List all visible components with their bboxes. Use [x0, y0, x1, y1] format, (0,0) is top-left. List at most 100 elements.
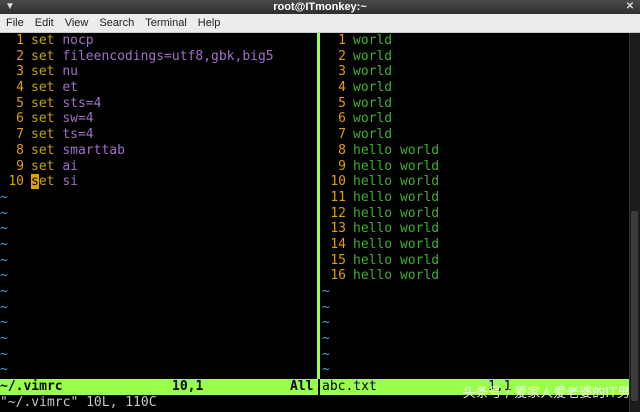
- tilde-marker: ~: [0, 189, 8, 205]
- text-cursor: s: [31, 174, 39, 190]
- line-number: 5: [338, 95, 346, 111]
- code-line[interactable]: 4 set et: [0, 80, 316, 96]
- status-left-percent: All: [290, 379, 314, 394]
- keyword: set: [31, 95, 55, 111]
- line-text: hello world: [353, 174, 440, 190]
- option-value: nu: [62, 64, 78, 80]
- line-number: 10: [330, 174, 346, 190]
- line-text: world: [353, 48, 393, 64]
- menu-edit[interactable]: Edit: [30, 14, 59, 32]
- keyword: set: [31, 158, 55, 174]
- line-number: 14: [330, 236, 346, 252]
- line-text: world: [353, 127, 393, 143]
- status-left[interactable]: ~/.vimrc 10,1 All: [0, 379, 318, 395]
- empty-line: ~: [0, 268, 316, 284]
- option-value: fileencodings=utf8,gbk,big5: [62, 48, 274, 64]
- option-value: sw=4: [62, 111, 94, 127]
- text-line[interactable]: 16 hello world: [322, 268, 630, 284]
- empty-line: ~: [0, 331, 316, 347]
- text-line[interactable]: 9 hello world: [322, 159, 630, 175]
- tilde-marker: ~: [322, 315, 330, 331]
- window-title: root@ITmonkey:~: [273, 1, 367, 13]
- vim-pane-abc[interactable]: 1 world 2 world 3 world 4 world 5 world 6 world 7 wor…: [322, 33, 630, 379]
- keyword: set: [31, 111, 55, 127]
- tilde-marker: ~: [0, 268, 8, 284]
- empty-line: ~: [0, 347, 316, 363]
- line-number: 1: [16, 33, 24, 48]
- empty-line: ~: [0, 362, 316, 378]
- vim-pane-vimrc[interactable]: 1 set nocp 2 set fileencodings=utf8,gbk,big…: [0, 33, 316, 379]
- menu-search[interactable]: Search: [94, 14, 139, 32]
- code-line[interactable]: 1 set nocp: [0, 33, 316, 49]
- text-line[interactable]: 7 world: [322, 127, 630, 143]
- line-text: hello world: [353, 142, 440, 158]
- option-value: ai: [62, 158, 78, 174]
- empty-line: ~: [0, 221, 316, 237]
- tilde-marker: ~: [322, 346, 330, 362]
- line-number: 7: [16, 127, 24, 143]
- keyword: set: [31, 64, 55, 80]
- line-number: 12: [330, 205, 346, 221]
- tilde-marker: ~: [0, 205, 8, 221]
- menu-bar: File Edit View Search Terminal Help: [0, 14, 640, 33]
- line-number: 2: [338, 48, 346, 64]
- text-line[interactable]: 14 hello world: [322, 237, 630, 253]
- watermark: 头条号 / 爱家人爱老婆的IT男: [462, 386, 630, 401]
- line-text: hello world: [353, 268, 440, 284]
- empty-line: ~: [0, 206, 316, 222]
- line-number: 2: [16, 48, 24, 64]
- line-number: 4: [16, 80, 24, 96]
- menu-view[interactable]: View: [60, 14, 94, 32]
- text-line[interactable]: 6 world: [322, 111, 630, 127]
- menu-file[interactable]: File: [1, 14, 29, 32]
- code-line[interactable]: 5 set sts=4: [0, 96, 316, 112]
- window-menu-icon[interactable]: ▼: [4, 1, 16, 13]
- text-line[interactable]: 5 world: [322, 96, 630, 112]
- terminal-window: ▼ root@ITmonkey:~ ✕ File Edit View Searc…: [0, 0, 640, 412]
- terminal-area[interactable]: 1 set nocp 2 set fileencodings=utf8,gbk,big…: [0, 33, 630, 412]
- code-line[interactable]: 6 set sw=4: [0, 111, 316, 127]
- empty-line: ~: [0, 284, 316, 300]
- status-left-file: ~/.vimrc: [0, 379, 63, 394]
- tilde-marker: ~: [0, 315, 8, 331]
- title-bar: ▼ root@ITmonkey:~ ✕: [0, 0, 640, 14]
- line-number: 16: [330, 268, 346, 284]
- text-line[interactable]: 10 hello world: [322, 174, 630, 190]
- code-line[interactable]: 2 set fileencodings=utf8,gbk,big5: [0, 49, 316, 65]
- line-number: 6: [338, 111, 346, 127]
- line-number: 11: [330, 189, 346, 205]
- text-line[interactable]: 2 world: [322, 49, 630, 65]
- text-line[interactable]: 3 world: [322, 64, 630, 80]
- tilde-marker: ~: [322, 284, 330, 299]
- text-line[interactable]: 1 world: [322, 33, 630, 49]
- code-line[interactable]: 10 set si: [0, 174, 316, 190]
- code-line[interactable]: 8 set smarttab: [0, 143, 316, 159]
- text-line[interactable]: 13 hello world: [322, 221, 630, 237]
- empty-line: ~: [322, 347, 630, 363]
- tilde-marker: ~: [0, 362, 8, 378]
- text-line[interactable]: 15 hello world: [322, 253, 630, 269]
- status-left-position: 10,1: [172, 379, 204, 394]
- option-value: et: [62, 80, 78, 96]
- text-line[interactable]: 11 hello world: [322, 190, 630, 206]
- tilde-marker: ~: [0, 346, 8, 362]
- option-value: sts=4: [62, 95, 102, 111]
- scrollbar[interactable]: [629, 33, 640, 412]
- close-icon[interactable]: ✕: [624, 1, 636, 13]
- text-line[interactable]: 4 world: [322, 80, 630, 96]
- line-text: hello world: [353, 236, 440, 252]
- code-line[interactable]: 7 set ts=4: [0, 127, 316, 143]
- scrollbar-thumb[interactable]: [631, 211, 638, 401]
- code-line[interactable]: 9 set ai: [0, 159, 316, 175]
- keyword: set: [31, 33, 55, 48]
- empty-line: ~: [322, 315, 630, 331]
- text-line[interactable]: 8 hello world: [322, 143, 630, 159]
- text-line[interactable]: 12 hello world: [322, 206, 630, 222]
- keyword: set: [31, 142, 55, 158]
- menu-terminal[interactable]: Terminal: [140, 14, 192, 32]
- code-line[interactable]: 3 set nu: [0, 64, 316, 80]
- menu-help[interactable]: Help: [193, 14, 226, 32]
- line-text: world: [353, 33, 393, 48]
- option-value: smarttab: [62, 142, 125, 158]
- tilde-marker: ~: [322, 299, 330, 315]
